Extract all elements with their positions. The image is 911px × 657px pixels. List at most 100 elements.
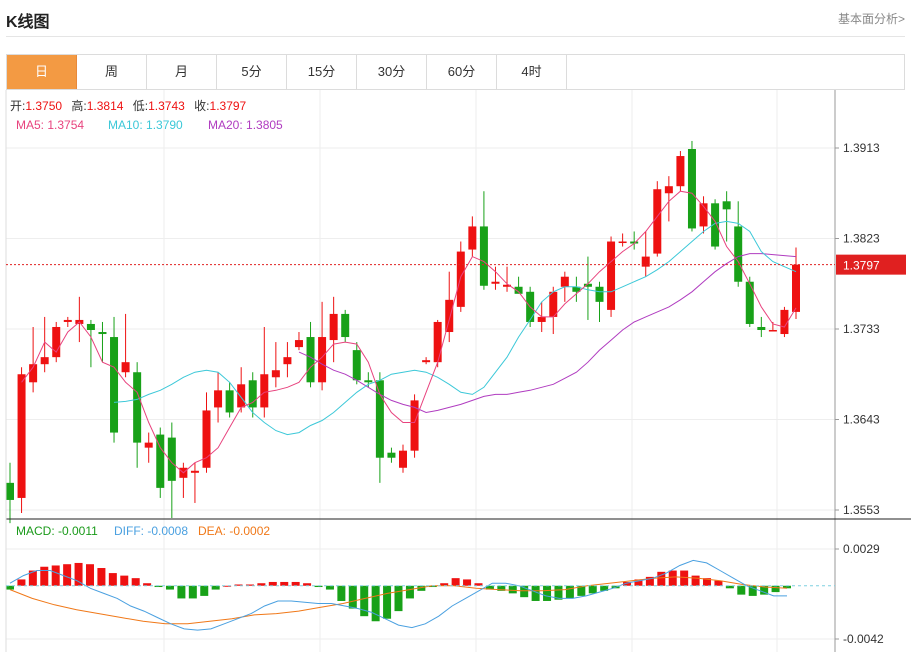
candle-body (560, 276, 569, 287)
candle-body (283, 357, 292, 365)
macd-bar (177, 585, 186, 599)
candle-body (294, 340, 303, 348)
candle-body (433, 321, 442, 363)
ma20-line (298, 253, 797, 414)
macd-bar (543, 585, 552, 601)
macd-bar (508, 585, 517, 594)
macd-bar (691, 575, 700, 586)
candle-body (768, 330, 777, 332)
macd-bar (463, 579, 472, 586)
candle-body (468, 226, 477, 250)
candle-body (399, 450, 407, 468)
tab-60min[interactable]: 60分 (427, 55, 497, 89)
macd-bar (714, 580, 723, 586)
candle-body (271, 370, 280, 378)
candle-body (352, 350, 361, 381)
candle-body (133, 372, 142, 443)
tab-15min[interactable]: 15分 (287, 55, 357, 89)
macd-bar (211, 585, 220, 590)
candle-body (491, 281, 500, 284)
candle-body (687, 149, 696, 229)
macd-bar (63, 564, 72, 586)
candle-body (17, 374, 26, 498)
macd-bar (108, 573, 117, 586)
candle-body (121, 362, 130, 373)
macd-bar (348, 585, 357, 609)
candle-body (479, 226, 488, 286)
candle-body (375, 380, 384, 458)
diff-legend: DIFF: -0.0008 (114, 524, 188, 538)
price-tick-label: 1.3643 (843, 413, 880, 427)
macd-bar (405, 585, 414, 599)
macd-bar (268, 581, 277, 586)
candle-body (190, 470, 199, 473)
macd-bar (451, 578, 460, 586)
candle-body (641, 256, 650, 267)
candle-body (144, 442, 153, 448)
ma10-legend: MA10: 1.3790 (108, 118, 183, 132)
candle-body (537, 316, 546, 322)
candle-body (341, 313, 350, 338)
candle-body (664, 186, 673, 194)
macd-bar (85, 564, 94, 586)
candle-body (214, 390, 223, 408)
candle-body (445, 299, 454, 333)
macd-bar (337, 585, 346, 601)
macd-legend: MACD: -0.0011 (16, 524, 98, 538)
macd-bar (97, 568, 106, 586)
candle-body (410, 400, 419, 451)
candle-body (653, 189, 662, 254)
candle-body (6, 482, 14, 500)
period-tabs: 日 周 月 5分 15分 30分 60分 4时 (6, 54, 905, 90)
macd-bar (680, 570, 689, 586)
macd-bar (188, 585, 197, 599)
ohlc-legend: 开:1.3750 高:1.3814 低:1.3743 收:1.3797 (10, 98, 247, 113)
macd-bar (200, 585, 209, 596)
kline-chart[interactable]: 1.3913 1.3823 1.3733 1.3643 1.3553 0.0029 -0.0… (0, 90, 911, 652)
candle-body (110, 337, 119, 433)
candle-body (387, 452, 396, 458)
tab-month[interactable]: 月 (147, 55, 217, 89)
macd-bar (120, 575, 129, 586)
candle-body (237, 384, 246, 408)
candle-body (595, 286, 604, 302)
macd-bar (17, 579, 26, 586)
tab-30min[interactable]: 30分 (357, 55, 427, 89)
macd-bar (74, 562, 83, 586)
macd-bar (291, 581, 300, 586)
price-tick-label: 1.3733 (843, 322, 880, 336)
macd-bar (383, 585, 392, 619)
candle-body (306, 337, 315, 383)
macd-bar (165, 585, 174, 590)
ma5-legend: MA5: 1.3754 (16, 118, 84, 132)
macd-bar (360, 585, 369, 617)
candle-body (456, 251, 465, 307)
candle-body (422, 360, 431, 363)
macd-bar (40, 566, 49, 586)
macd-bar (565, 585, 574, 599)
candle-body (260, 374, 269, 408)
macd-bar (394, 585, 403, 612)
macd-bar (668, 570, 677, 586)
candle-body (757, 326, 766, 331)
macd-bar (737, 585, 746, 595)
tab-4h[interactable]: 4时 (497, 55, 567, 89)
candle-body (364, 380, 373, 383)
tab-5min[interactable]: 5分 (217, 55, 287, 89)
last-price-label: 1.3797 (843, 259, 880, 273)
candle-body (607, 241, 616, 310)
page-title: K线图 (6, 14, 50, 31)
candle-body (225, 390, 234, 413)
candle-body (722, 201, 731, 210)
price-tick-label: 1.3553 (843, 503, 880, 517)
tab-week[interactable]: 周 (77, 55, 147, 89)
fundamental-analysis-link[interactable]: 基本面分析> (838, 10, 905, 27)
tab-day[interactable]: 日 (7, 55, 77, 89)
candle-body (792, 264, 800, 312)
macd-bar (325, 585, 334, 590)
candle-body (86, 323, 95, 331)
macd-tick-label: -0.0042 (843, 632, 884, 646)
candle-body (676, 156, 685, 187)
macd-bar (588, 585, 597, 594)
dea-legend: DEA: -0.0002 (198, 524, 270, 538)
